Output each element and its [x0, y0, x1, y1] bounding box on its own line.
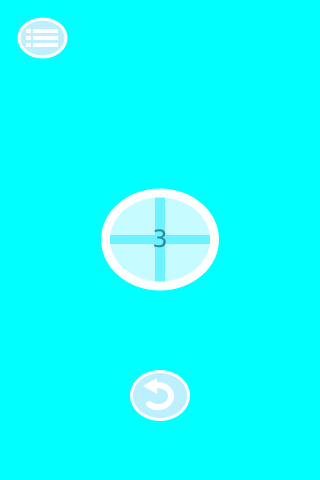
- count-label: 3: [152, 225, 168, 253]
- restart-arrow-icon: [130, 370, 190, 421]
- menu-button[interactable]: [16, 16, 69, 60]
- target-disc[interactable]: 3: [100, 187, 220, 292]
- restart-button[interactable]: [129, 369, 191, 422]
- list-menu-icon: [17, 17, 68, 59]
